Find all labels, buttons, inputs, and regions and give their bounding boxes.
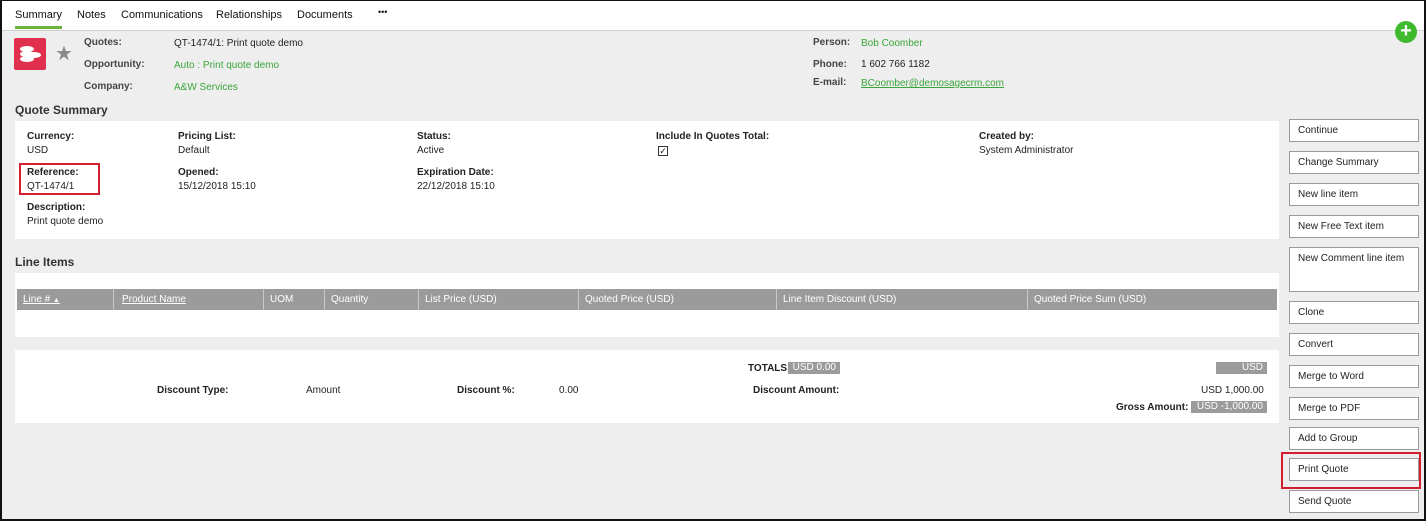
col-quantity[interactable]: Quantity: [325, 289, 419, 310]
discount-amount-value: USD 1,000.00: [1201, 385, 1264, 396]
continue-button[interactable]: Continue: [1289, 119, 1419, 142]
col-line-number[interactable]: Line # ▲: [17, 289, 114, 310]
status-label: Status:: [417, 131, 451, 142]
col-product-name[interactable]: Product Name: [116, 289, 264, 310]
line-items-title: Line Items: [15, 255, 75, 269]
col-line-item-discount[interactable]: Line Item Discount (USD): [777, 289, 1028, 310]
totals-sum-value: USD 0.00: [1216, 362, 1267, 385]
more-tabs-icon[interactable]: •••: [378, 7, 387, 17]
tab-documents[interactable]: Documents: [297, 9, 353, 21]
opened-value: 15/12/2018 15:10: [178, 181, 256, 192]
tab-bar: Summary Notes Communications Relationshi…: [2, 1, 1424, 31]
quote-coins-icon: [14, 38, 46, 70]
currency-label: Currency:: [27, 131, 75, 142]
description-value: Print quote demo: [27, 216, 104, 227]
quotes-value: QT-1474/1: Print quote demo: [174, 38, 303, 49]
tab-relationships[interactable]: Relationships: [216, 9, 282, 21]
expiration-date-label: Expiration Date:: [417, 167, 494, 178]
include-in-quotes-checkbox: ✓: [658, 146, 668, 156]
col-uom[interactable]: UOM: [264, 289, 325, 310]
reference-highlight: [19, 163, 100, 195]
status-value: Active: [417, 145, 445, 156]
merge-to-pdf-button[interactable]: Merge to PDF: [1289, 397, 1419, 420]
description-label: Description:: [27, 202, 86, 213]
add-icon[interactable]: +: [1395, 21, 1417, 43]
phone-value: 1 602 766 1182: [861, 59, 930, 70]
created-by-value: System Administrator: [979, 145, 1074, 156]
line-items-header: Line # ▲ Product Name UOM Quantity List …: [17, 289, 1277, 310]
opened-label: Opened:: [178, 167, 219, 178]
col-quoted-price[interactable]: Quoted Price (USD): [579, 289, 777, 310]
expiration-date-value: 22/12/2018 15:10: [417, 181, 495, 192]
gross-amount-label: Gross Amount:: [1116, 402, 1189, 413]
quote-summary-title: Quote Summary: [15, 103, 108, 117]
discount-type-value: Amount: [306, 385, 341, 396]
opportunity-link[interactable]: Auto : Print quote demo: [174, 60, 279, 71]
currency-value: USD: [27, 145, 49, 156]
new-free-text-item-button[interactable]: New Free Text item: [1289, 215, 1419, 238]
company-label: Company:: [84, 81, 133, 92]
convert-button[interactable]: Convert: [1289, 333, 1419, 356]
pricing-list-value: Default: [178, 145, 210, 156]
person-label: Person:: [813, 37, 851, 48]
email-label: E-mail:: [813, 77, 847, 88]
discount-percent-label: Discount %:: [457, 385, 515, 396]
window-frame: [0, 0, 1426, 521]
sort-ascending-icon: ▲: [53, 297, 60, 304]
discount-amount-label: Discount Amount:: [753, 385, 840, 396]
clone-button[interactable]: Clone: [1289, 301, 1419, 324]
merge-to-word-button[interactable]: Merge to Word: [1289, 365, 1419, 388]
quotes-label: Quotes:: [84, 37, 122, 48]
created-by-label: Created by:: [979, 131, 1035, 142]
favorite-star-icon[interactable]: ★: [55, 41, 73, 66]
include-in-quotes-label: Include In Quotes Total:: [656, 131, 770, 142]
print-quote-highlight: [1281, 452, 1421, 489]
send-quote-button[interactable]: Send Quote: [1289, 490, 1419, 513]
tab-notes[interactable]: Notes: [77, 9, 106, 21]
opportunity-label: Opportunity:: [84, 59, 145, 70]
totals-value: USD 0.00: [788, 362, 840, 374]
discount-type-label: Discount Type:: [157, 385, 229, 396]
phone-label: Phone:: [813, 59, 847, 70]
person-link[interactable]: Bob Coomber: [861, 38, 923, 49]
tab-communications[interactable]: Communications: [121, 9, 203, 21]
email-link[interactable]: BCoomber@demosagecrm.com: [861, 78, 1004, 89]
discount-percent-value: 0.00: [559, 385, 579, 396]
col-list-price[interactable]: List Price (USD): [419, 289, 579, 310]
new-line-item-button[interactable]: New line item: [1289, 183, 1419, 206]
company-link[interactable]: A&W Services: [174, 82, 238, 93]
totals-label: TOTALS: [748, 363, 788, 374]
change-summary-button[interactable]: Change Summary: [1289, 151, 1419, 174]
pricing-list-label: Pricing List:: [178, 131, 236, 142]
col-quoted-price-sum[interactable]: Quoted Price Sum (USD): [1028, 289, 1277, 310]
new-comment-line-item-button[interactable]: New Comment line item: [1289, 247, 1419, 292]
gross-amount-value: USD -1,000.00: [1191, 401, 1267, 413]
add-to-group-button[interactable]: Add to Group: [1289, 427, 1419, 450]
tab-summary[interactable]: Summary: [15, 9, 63, 29]
